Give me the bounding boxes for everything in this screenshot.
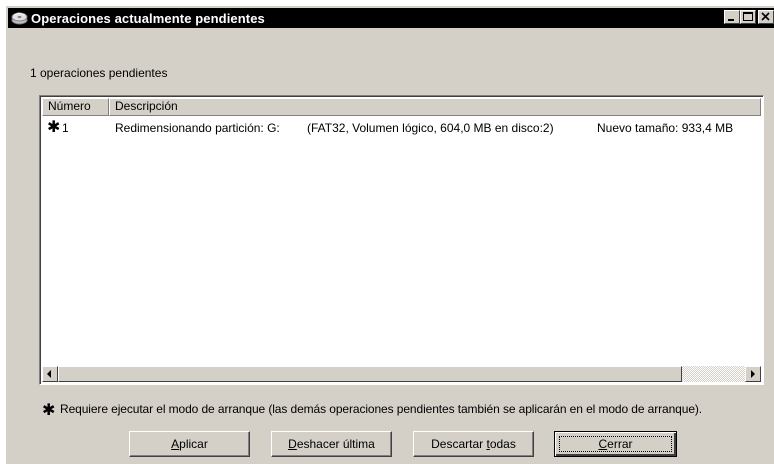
scroll-left-button[interactable] (42, 366, 58, 382)
arrow-right-icon (751, 370, 755, 378)
apply-button[interactable]: Aplicar (129, 431, 250, 457)
operation-number: 1 (62, 121, 69, 135)
boot-mode-marker-icon: ✱ (47, 119, 61, 136)
disk-operations-icon (11, 12, 28, 25)
column-header-number[interactable]: Número (42, 98, 109, 116)
discard-label: odas (489, 437, 516, 451)
operation-description: Redimensionando partición: G: (115, 121, 280, 135)
list-header: Número Descripción (42, 98, 761, 116)
discard-all-button[interactable]: Descartar todas (413, 431, 534, 457)
title-bar[interactable]: Operaciones actualmente pendientes (8, 8, 774, 28)
arrow-left-icon (47, 370, 51, 378)
close-icon (761, 12, 770, 21)
scroll-right-button[interactable] (745, 366, 761, 382)
operations-list[interactable]: Número Descripción ✱ 1 Redimensionando p… (39, 95, 764, 385)
undo-label: eshacer última (296, 437, 375, 451)
close-button[interactable]: Cerrar (554, 431, 677, 457)
operation-new-size: Nuevo tamaño: 933,4 MB (597, 121, 734, 135)
apply-accel: A (171, 437, 180, 451)
horizontal-scrollbar[interactable] (42, 366, 761, 382)
pending-count-label: 1 operaciones pendientes (30, 66, 168, 80)
maximize-button[interactable] (740, 10, 756, 24)
window-title: Operaciones actualmente pendientes (31, 10, 265, 26)
title-buttons (724, 10, 774, 24)
maximize-icon (743, 12, 753, 21)
discard-label-pre: Descartar (431, 437, 487, 451)
apply-label: plicar (179, 437, 208, 451)
scrollbar-thumb[interactable] (58, 366, 682, 382)
close-accel: C (598, 437, 608, 451)
minimize-icon (728, 19, 734, 21)
undo-accel: D (288, 437, 297, 451)
boot-mode-marker-icon: ✱ (42, 402, 56, 419)
operation-detail: (FAT32, Volumen lógico, 604,0 MB en disc… (307, 121, 554, 135)
undo-last-button[interactable]: Deshacer última (271, 431, 392, 457)
minimize-button[interactable] (724, 10, 740, 24)
boot-mode-note-text: Requiere ejecutar el modo de arranque (l… (60, 402, 703, 416)
pending-operations-dialog: Operaciones actualmente pendientes 1 ope… (6, 6, 774, 464)
close-label: errar (607, 437, 633, 451)
column-header-description[interactable]: Descripción (109, 98, 761, 116)
close-window-button[interactable] (758, 10, 774, 24)
